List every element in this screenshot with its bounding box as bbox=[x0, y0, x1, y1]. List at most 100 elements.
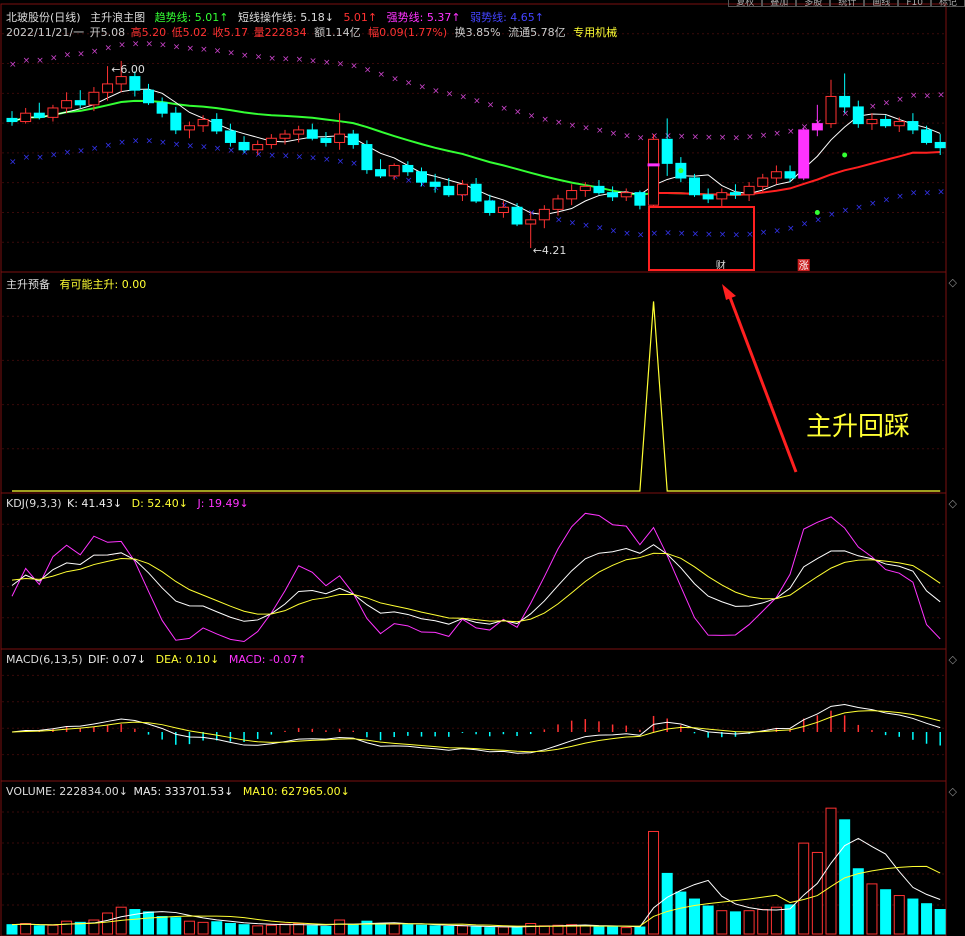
macd-dea: DEA: 0.10↓ bbox=[155, 653, 220, 666]
candle-body bbox=[852, 106, 864, 125]
toolbar-item-1[interactable]: 叠加 bbox=[762, 0, 797, 7]
toolbar-item-0[interactable]: 复权 bbox=[728, 0, 763, 7]
macd-collapse-icon[interactable]: ◇ bbox=[949, 653, 957, 666]
candle-body bbox=[224, 130, 236, 143]
macd-header: MACD(6,13,5) DIF: 0.07↓ DEA: 0.10↓ MACD:… bbox=[6, 653, 313, 666]
weak-line-mark: × bbox=[555, 215, 563, 225]
annotation-text: 主升回踩 bbox=[806, 412, 911, 442]
toolbar-item-4[interactable]: 画线 bbox=[864, 0, 899, 7]
volume-bar bbox=[702, 905, 714, 935]
weak-line-mark: × bbox=[896, 192, 904, 202]
candle-body bbox=[743, 185, 755, 196]
candle-body bbox=[47, 107, 59, 118]
toolbar-item-3[interactable]: 统计 bbox=[830, 0, 865, 7]
candle-body bbox=[375, 169, 387, 177]
strong-line-mark: × bbox=[610, 129, 618, 139]
candle-body bbox=[102, 83, 114, 93]
volume-bar bbox=[511, 927, 523, 935]
weak-line-mark: × bbox=[692, 230, 700, 240]
strong-line-mark: × bbox=[337, 60, 345, 70]
volume-bar bbox=[170, 917, 182, 935]
price-high-label: ←6.00 bbox=[111, 63, 145, 76]
strong-line-mark: × bbox=[350, 62, 358, 72]
weak-line-mark: × bbox=[50, 151, 58, 161]
volume-header: VOLUME: 222834.00↓ MA5: 333701.53↓ MA10:… bbox=[6, 785, 356, 798]
strong-line-mark: × bbox=[787, 127, 795, 137]
candle-body bbox=[620, 192, 632, 198]
volume-bar bbox=[770, 906, 782, 935]
strong-line-mark: × bbox=[36, 56, 44, 66]
weak-line-mark: × bbox=[842, 206, 850, 216]
candle-body bbox=[784, 171, 796, 179]
volume-bar bbox=[579, 925, 591, 935]
volume-bar bbox=[484, 927, 496, 935]
volume-bar bbox=[866, 883, 878, 935]
candle-body bbox=[279, 133, 291, 139]
weak-line-mark: × bbox=[186, 141, 194, 151]
volume-bar bbox=[265, 924, 277, 935]
candle-body bbox=[183, 125, 195, 131]
strong-line-mark: × bbox=[227, 49, 235, 59]
candle-body bbox=[689, 177, 700, 196]
weak-line-mark: × bbox=[869, 199, 877, 209]
weak-line-mark: × bbox=[159, 138, 167, 148]
weak-line-mark: × bbox=[814, 215, 822, 225]
weak-line-mark: × bbox=[828, 210, 836, 220]
volume-bar bbox=[33, 925, 45, 935]
toolbar: 复权 叠加 多股 统计 画线 F10 标记 bbox=[728, 0, 965, 7]
panel-frame bbox=[0, 492, 947, 650]
annotation-arrowhead bbox=[722, 284, 736, 300]
volume-collapse-icon[interactable]: ◇ bbox=[949, 785, 957, 798]
volume-bar bbox=[211, 921, 223, 935]
strong-line-mark: × bbox=[555, 118, 563, 128]
strong-line-mark: × bbox=[637, 133, 645, 143]
weak-line-mark: × bbox=[746, 230, 754, 240]
kdj-collapse-icon[interactable]: ◇ bbox=[949, 497, 957, 510]
kdj-k: K: 41.43↓ bbox=[67, 497, 123, 510]
info-close: 收5.17 bbox=[212, 26, 249, 39]
candle-body bbox=[839, 95, 851, 108]
volume-bar bbox=[675, 891, 687, 935]
weak-line-mark: × bbox=[255, 150, 263, 160]
weak-line-label: 弱势线: 4.65↑ bbox=[470, 11, 544, 24]
candle-body bbox=[634, 192, 646, 206]
candle-body bbox=[757, 177, 769, 187]
strong-line-mark: × bbox=[282, 54, 290, 64]
volume-bar bbox=[470, 926, 482, 935]
signal-dot bbox=[678, 168, 684, 174]
candle-body bbox=[115, 76, 127, 85]
strong-line-mark: × bbox=[241, 51, 249, 61]
candle-body bbox=[334, 133, 346, 143]
candle-body bbox=[497, 206, 509, 213]
strong-line-mark: × bbox=[9, 60, 17, 70]
candle-body bbox=[770, 171, 782, 179]
toolbar-item-5[interactable]: F10 bbox=[898, 0, 931, 7]
strong-line-mark: × bbox=[732, 133, 740, 143]
volume-bar bbox=[279, 923, 291, 935]
strong-line-mark: × bbox=[50, 54, 58, 64]
toolbar-item-2[interactable]: 多股 bbox=[796, 0, 831, 7]
panel2-collapse-icon[interactable]: ◇ bbox=[949, 276, 957, 289]
candle-body bbox=[456, 183, 468, 196]
strong-line-mark: × bbox=[173, 43, 181, 53]
info-change: 幅0.09(1.77%) bbox=[368, 26, 448, 39]
strong-line-mark: × bbox=[596, 126, 604, 136]
toolbar-item-6[interactable]: 标记 bbox=[930, 0, 965, 7]
volume-bar bbox=[20, 923, 32, 935]
candle-body bbox=[33, 112, 45, 118]
weak-line-mark: × bbox=[801, 220, 809, 230]
strong-line-mark: × bbox=[528, 111, 536, 121]
weak-line-mark: × bbox=[146, 137, 154, 147]
strong-line-mark: × bbox=[432, 86, 440, 96]
price-low-label: ←4.21 bbox=[533, 244, 567, 257]
candle-body bbox=[921, 129, 933, 143]
panel2-header: 主升预备 有可能主升: 0.00 bbox=[6, 276, 152, 292]
weak-line-mark: × bbox=[23, 153, 31, 163]
candle-body bbox=[129, 76, 141, 91]
weak-line-mark: × bbox=[937, 188, 945, 198]
weak-line-mark: × bbox=[787, 224, 795, 234]
weak-line-mark: × bbox=[77, 147, 85, 157]
weak-line-mark: × bbox=[773, 226, 781, 236]
strong-line-mark: × bbox=[364, 66, 372, 76]
panel2-value: 有可能主升: 0.00 bbox=[59, 278, 147, 291]
